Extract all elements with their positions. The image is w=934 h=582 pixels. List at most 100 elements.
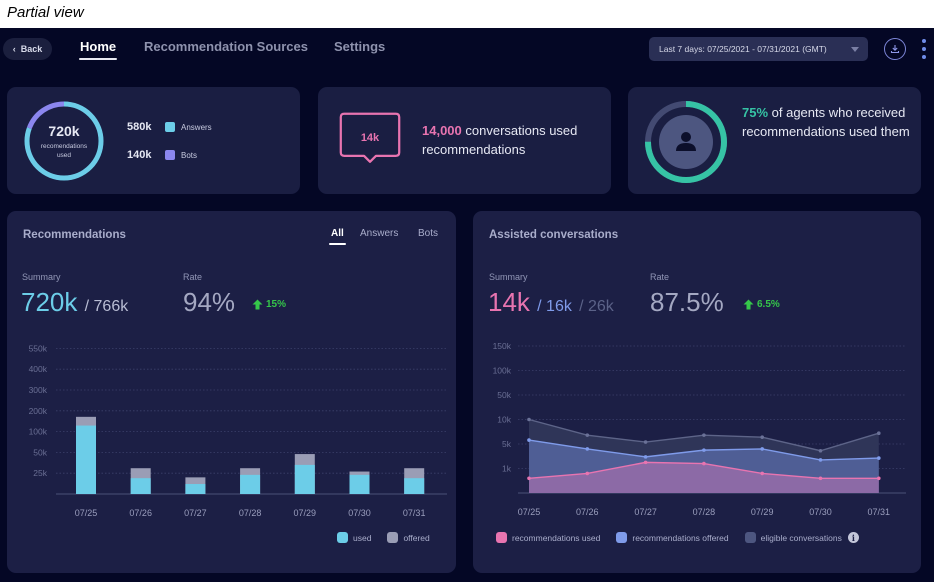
y-tick-label: 1k — [502, 464, 512, 474]
assisted-conversations-panel: Assisted conversations Summary 14k / 16k… — [473, 211, 921, 573]
y-tick-label: 10k — [497, 415, 511, 425]
data-point[interactable] — [527, 438, 531, 442]
assisted-area-chart: 1k 5k 10k 50k 100k 150k 07/25 07/26 07/27 07/28 07… — [493, 341, 906, 517]
x-tick-label: 07/30 — [348, 508, 371, 518]
legend-item-recommendations-used[interactable]: recommendations used — [496, 532, 600, 543]
bots-swatch — [165, 150, 175, 160]
x-tick-label: 07/26 — [129, 508, 152, 518]
more-menu-button[interactable] — [920, 39, 928, 59]
data-point[interactable] — [818, 476, 823, 481]
y-tick-label: 25k — [33, 468, 47, 478]
y-tick-label: 100k — [493, 366, 512, 376]
legend-swatch-recommendations-used — [496, 532, 507, 543]
bots-value: 140k — [127, 149, 152, 161]
legend-item-offered[interactable]: offered — [387, 532, 430, 543]
legend-label-used: used — [353, 532, 372, 543]
x-tick-label: 07/29 — [751, 507, 774, 517]
data-point[interactable] — [585, 471, 590, 476]
data-point[interactable] — [643, 440, 648, 444]
data-point[interactable] — [877, 456, 881, 460]
x-tick-label: 07/25 — [518, 507, 541, 517]
data-point[interactable] — [877, 476, 881, 481]
x-tick-label: 07/29 — [294, 508, 317, 518]
agents-summary-card: 75% of agents who received recommendatio… — [628, 87, 921, 194]
bar-used[interactable] — [76, 425, 96, 494]
bar-used[interactable] — [349, 474, 370, 494]
date-range-select[interactable]: Last 7 days: 07/25/2021 - 07/31/2021 (GM… — [649, 37, 868, 61]
legend-label-recommendations-used: recommendations used — [512, 532, 601, 543]
recommendations-panel: Recommendations All Answers Bots Summary… — [7, 211, 456, 573]
agents-summary-text: 75% of agents who received recommendatio… — [742, 103, 912, 141]
data-point[interactable] — [877, 431, 881, 436]
legend-label-offered: offered — [403, 532, 430, 543]
download-button[interactable] — [884, 38, 906, 60]
app: ‹ Back Home Recommendation Sources Setti… — [0, 28, 934, 582]
conversations-bubble-value: 14k — [360, 132, 380, 144]
bar-used[interactable] — [130, 478, 151, 494]
x-tick-label: 07/25 — [75, 508, 98, 518]
bots-legend-row: 140k Bots — [127, 149, 197, 161]
download-icon — [890, 45, 900, 54]
y-tick-label: 550k — [29, 343, 48, 353]
data-point[interactable] — [818, 448, 823, 453]
agents-percent: 75% — [742, 105, 769, 120]
x-tick-label: 07/31 — [868, 507, 891, 517]
bar-used[interactable] — [240, 474, 261, 494]
conversations-summary-card: 14k 14,000 conversations used recommenda… — [318, 87, 611, 194]
x-tick-label: 07/26 — [576, 507, 599, 517]
y-tick-label: 400k — [29, 364, 48, 374]
legend-item-used[interactable]: used — [337, 532, 371, 543]
x-tick-label: 07/30 — [809, 507, 832, 517]
agents-progress-ring — [645, 101, 727, 183]
data-point[interactable] — [818, 458, 823, 462]
info-icon[interactable]: i — [847, 532, 859, 543]
y-tick-label: 50k — [33, 447, 47, 457]
data-point[interactable] — [527, 476, 531, 481]
data-point[interactable] — [643, 455, 648, 459]
data-point[interactable] — [643, 460, 648, 465]
x-tick-label: 07/31 — [403, 508, 426, 518]
tab-home[interactable]: Home — [78, 39, 118, 60]
data-point[interactable] — [585, 433, 590, 437]
answers-label: Answers — [181, 122, 212, 132]
data-point[interactable] — [760, 435, 764, 439]
legend-swatch-eligible-conversations — [744, 532, 756, 543]
recommendations-bar-chart: 25k 50k 100k 200k 300k 400k 550k 07/25 07/26 07/2… — [29, 343, 447, 518]
tab-recommendation-sources[interactable]: Recommendation Sources — [144, 39, 308, 54]
bots-label: Bots — [181, 150, 198, 160]
data-point[interactable] — [760, 447, 764, 451]
data-point[interactable] — [702, 433, 706, 437]
data-point[interactable] — [702, 461, 706, 466]
answers-value: 580k — [127, 121, 152, 133]
total-recommendations-label: recomendations used — [40, 142, 88, 159]
more-vertical-icon — [922, 39, 926, 43]
data-point[interactable] — [527, 417, 531, 422]
agents-description: of agents who received recommendations u… — [742, 105, 910, 139]
conversations-summary-text: 14,000 conversations used recommendation… — [422, 121, 607, 159]
back-button[interactable]: ‹ Back — [3, 38, 52, 60]
x-tick-label: 07/27 — [184, 508, 207, 518]
y-tick-label: 50k — [497, 390, 511, 400]
data-point[interactable] — [760, 471, 764, 476]
answers-swatch — [165, 122, 175, 132]
bar-chart-legend: used offered — [337, 532, 430, 543]
date-range-value: Last 7 days: 07/25/2021 - 07/31/2021 (GM… — [659, 44, 827, 54]
y-tick-label: 300k — [29, 385, 48, 395]
bar-used[interactable] — [294, 464, 315, 494]
data-point[interactable] — [585, 447, 590, 451]
legend-swatch-used — [337, 532, 348, 543]
donut-center: 720k recomendations used — [23, 100, 105, 182]
legend-label-recommendations-offered: recommendations offered — [632, 532, 729, 543]
y-tick-label: 150k — [493, 341, 512, 351]
answers-legend-row: 580k Answers — [127, 121, 212, 133]
x-tick-label: 07/28 — [239, 508, 262, 518]
header: ‹ Back Home Recommendation Sources Setti… — [0, 28, 934, 78]
bar-used[interactable] — [185, 484, 206, 494]
legend-swatch-recommendations-offered — [616, 532, 628, 543]
tab-settings[interactable]: Settings — [334, 39, 385, 54]
recommendations-summary-card: 720k recomendations used 580k Answers 14… — [7, 87, 300, 194]
legend-item-eligible-conversations[interactable]: eligible conversations — [744, 532, 842, 543]
legend-item-recommendations-offered[interactable]: recommendations offered — [616, 532, 729, 543]
data-point[interactable] — [702, 448, 706, 452]
bar-used[interactable] — [404, 478, 425, 494]
